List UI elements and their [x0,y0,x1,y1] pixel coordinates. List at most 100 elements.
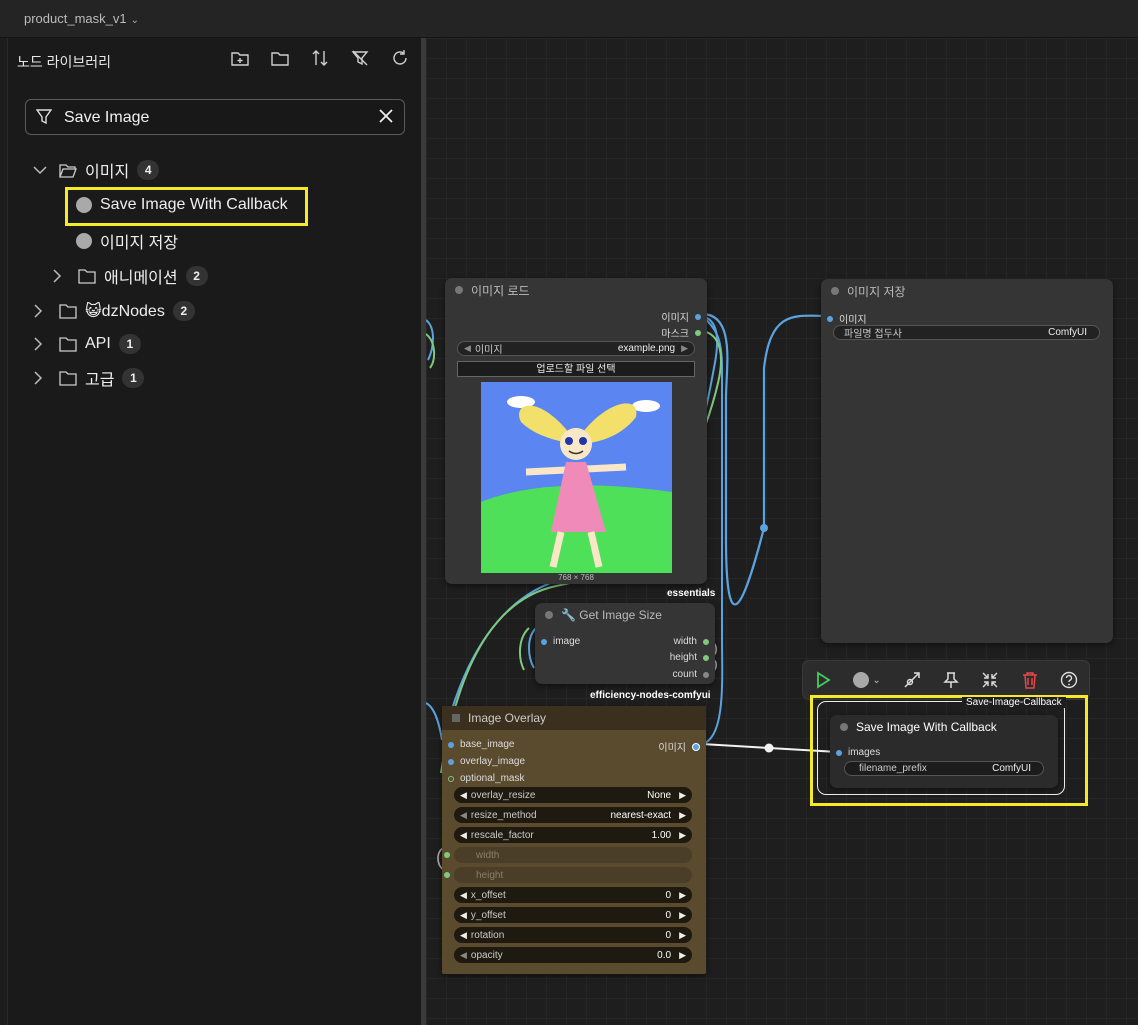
collapse-button[interactable] [977,667,1003,693]
arrow-left-icon[interactable]: ◀ [460,910,467,921]
arrow-left-icon[interactable]: ◀ [460,890,467,901]
output-image-port[interactable]: 이미지 [661,309,701,324]
output-image-port[interactable]: 이미지 [658,739,700,754]
load-image-node[interactable]: 이미지 로드 이미지 마스크 ◀ 이미지 example.png ▶ 업로드할 파일 … [445,278,707,584]
height-widget[interactable]: height [444,867,692,883]
node-search-box[interactable] [25,99,405,135]
get-image-size-node[interactable]: 🔧 Get Image Size image width height coun… [535,603,715,684]
new-folder-icon[interactable] [230,48,250,68]
x-offset-widget[interactable]: ◀ x_offset 0 ▶ [454,887,692,903]
port-dot[interactable] [448,758,454,765]
input-image-port[interactable]: image [541,636,580,647]
search-input[interactable] [62,106,366,130]
help-button[interactable] [1056,667,1082,693]
arrow-left-icon[interactable]: ◀ [460,830,467,841]
image-select-widget[interactable]: ◀ 이미지 example.png ▶ [457,341,695,356]
port-dot[interactable] [703,671,709,678]
tree-folder-api[interactable]: API 1 [33,330,141,358]
bypass-button[interactable] [899,667,925,693]
sort-icon[interactable] [310,48,330,68]
arrow-right-icon[interactable]: ▶ [679,930,686,941]
refresh-icon[interactable] [390,48,410,68]
port-dot[interactable] [541,638,547,645]
clear-search-icon[interactable] [378,108,394,129]
filter-icon[interactable] [35,108,53,131]
input-optional-mask-port[interactable]: optional_mask [448,773,524,784]
port-dot[interactable] [448,775,454,782]
rescale-factor-widget[interactable]: ◀ rescale_factor 1.00 ▶ [454,827,692,843]
arrow-left-icon[interactable]: ◀ [460,950,467,961]
filename-prefix-widget[interactable]: 파일명 접두사 ComfyUI [833,325,1100,340]
port-label: images [848,747,881,758]
port-dot[interactable] [836,749,842,756]
input-overlay-image-port[interactable]: overlay_image [448,756,525,767]
node-header[interactable]: Save Image With Callback [830,715,1058,739]
arrow-left-icon[interactable]: ◀ [464,343,471,354]
save-image-with-callback-node[interactable]: Save Image With Callback images filename… [830,715,1058,788]
opacity-widget[interactable]: ◀ opacity 0.0 ▶ [454,947,692,963]
port-dot[interactable] [695,329,701,336]
tree-folder-image[interactable]: 이미지 4 [33,156,160,184]
tree-item-save-image[interactable]: 이미지 저장 [76,227,178,255]
image-overlay-node[interactable]: Image Overlay base_image overlay_image o… [442,706,706,974]
tree-folder-advanced[interactable]: 고급 1 [33,364,145,392]
workflow-tab[interactable]: product_mask_v1 ⌄ [24,11,139,26]
port-dot[interactable] [703,654,709,661]
port-dot[interactable] [695,313,701,320]
save-image-node[interactable]: 이미지 저장 이미지 파일명 접두사 ComfyUI [821,279,1113,643]
tree-folder-dznodes[interactable]: 😺dzNodes 2 [33,297,195,325]
arrow-right-icon[interactable]: ▶ [679,890,686,901]
arrow-right-icon[interactable]: ▶ [679,910,686,921]
run-button[interactable] [810,667,836,693]
width-widget[interactable]: width [444,847,692,863]
chevron-down-icon: ⌄ [872,674,881,686]
widget-label: overlay_resize [470,789,536,801]
filename-prefix-widget[interactable]: filename_prefix ComfyUI [844,761,1044,776]
output-height-port[interactable]: height [670,652,709,663]
node-header[interactable]: 이미지 로드 [445,278,707,302]
filter-off-icon[interactable] [350,48,370,68]
node-collapse-square[interactable] [452,714,460,722]
node-header[interactable]: 이미지 저장 [821,279,1113,303]
node-collapse-dot[interactable] [831,287,839,295]
tree-folder-animation[interactable]: 애니메이션 2 [52,262,208,290]
input-image-port[interactable]: 이미지 [827,311,867,326]
graph-canvas[interactable]: 이미지 로드 이미지 마스크 ◀ 이미지 example.png ▶ 업로드할 파일 … [426,38,1138,1025]
node-source-tag: essentials [667,588,716,599]
node-collapse-dot[interactable] [545,611,553,619]
color-picker-button[interactable]: ⌄ [849,667,885,693]
arrow-right-icon[interactable]: ▶ [679,810,686,821]
overlay-resize-widget[interactable]: ◀ overlay_resize None ▶ [454,787,692,803]
folder-icon[interactable] [270,48,290,68]
arrow-left-icon[interactable]: ◀ [460,790,467,801]
port-dot[interactable] [444,872,450,878]
port-dot[interactable] [448,741,454,748]
arrow-left-icon[interactable]: ◀ [460,930,467,941]
output-mask-port[interactable]: 마스크 [661,325,701,340]
rotation-widget[interactable]: ◀ rotation 0 ▶ [454,927,692,943]
resize-method-widget[interactable]: ◀ resize_method nearest-exact ▶ [454,807,692,823]
port-dot[interactable] [827,315,833,322]
port-dot[interactable] [444,852,450,858]
input-base-image-port[interactable]: base_image [448,739,514,750]
delete-button[interactable] [1017,667,1043,693]
pin-button[interactable] [938,667,964,693]
arrow-right-icon[interactable]: ▶ [679,790,686,801]
port-dot[interactable] [692,742,700,751]
widget-label: rotation [470,929,505,941]
input-images-port[interactable]: images [836,747,880,758]
output-count-port[interactable]: count [673,669,709,680]
node-header[interactable]: Image Overlay [442,706,706,730]
node-header[interactable]: 🔧 Get Image Size [535,603,715,627]
arrow-left-icon[interactable]: ◀ [460,810,467,821]
y-offset-widget[interactable]: ◀ y_offset 0 ▶ [454,907,692,923]
arrow-right-icon[interactable]: ▶ [681,343,688,354]
upload-button[interactable]: 업로드할 파일 선택 [457,361,695,377]
arrow-right-icon[interactable]: ▶ [679,830,686,841]
output-width-port[interactable]: width [674,636,709,647]
port-label: base_image [460,739,515,750]
node-collapse-dot[interactable] [455,286,463,294]
arrow-right-icon[interactable]: ▶ [679,950,686,961]
node-collapse-dot[interactable] [840,723,848,731]
port-dot[interactable] [703,638,709,645]
